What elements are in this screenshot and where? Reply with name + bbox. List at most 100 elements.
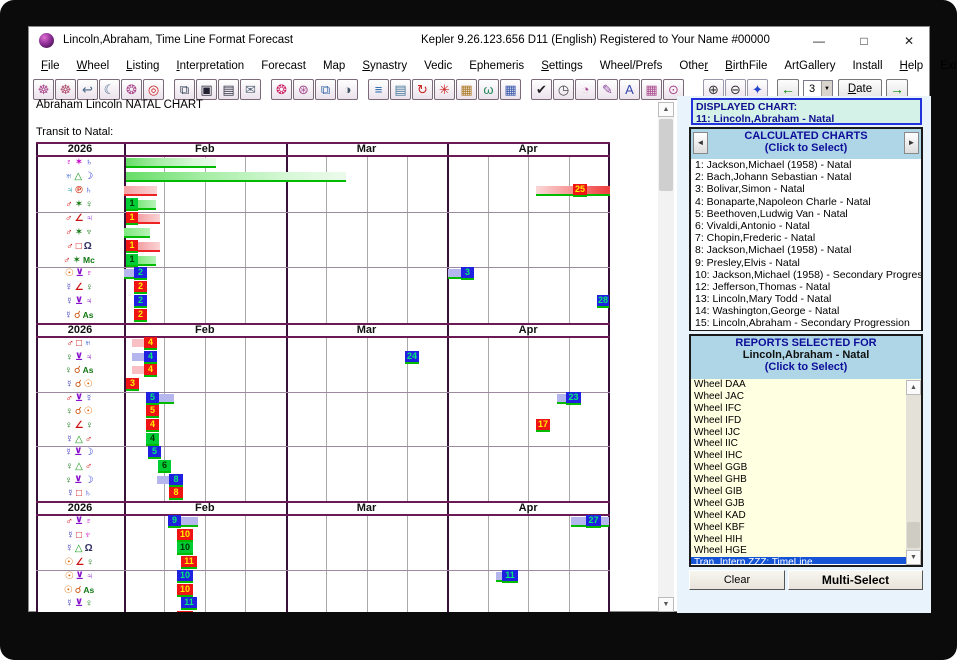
scroll-down-icon[interactable]: ▼ bbox=[906, 550, 921, 565]
menu-wheelprefs[interactable]: Wheel/Prefs bbox=[600, 60, 663, 72]
multi-select-button[interactable]: Multi-Select bbox=[788, 570, 923, 590]
report-list-item[interactable]: Wheel KAD bbox=[691, 510, 921, 522]
chart-list-item[interactable]: 4: Bonaparte,Napoleon Charle - Natal bbox=[691, 196, 921, 208]
calendar-icon[interactable]: ▦ bbox=[500, 79, 521, 100]
transit-bar[interactable] bbox=[132, 353, 144, 361]
scroll-up-icon[interactable]: ▲ bbox=[658, 102, 674, 117]
menu-vedic[interactable]: Vedic bbox=[424, 60, 452, 72]
transit-bar[interactable] bbox=[181, 517, 198, 527]
chart-list-item[interactable]: 15: Lincoln,Abraham - Secondary Progress… bbox=[691, 317, 921, 329]
transit-bar[interactable] bbox=[138, 242, 160, 252]
menu-ephemeris[interactable]: Ephemeris bbox=[469, 60, 524, 72]
menu-synastry[interactable]: Synastry bbox=[362, 60, 407, 72]
listing-icon[interactable]: ≡ bbox=[368, 79, 389, 100]
transit-date-box[interactable]: 10 bbox=[177, 570, 193, 583]
check-icon[interactable]: ✔ bbox=[531, 79, 552, 100]
maximize-button[interactable]: □ bbox=[851, 32, 877, 50]
report-list-item[interactable]: Wheel GJB bbox=[691, 498, 921, 510]
menu-other[interactable]: Other bbox=[679, 60, 708, 72]
chart-list-item[interactable]: 12: Jefferson,Thomas - Natal bbox=[691, 281, 921, 293]
transit-date-box[interactable]: 24 bbox=[405, 351, 419, 364]
clear-button[interactable]: Clear bbox=[689, 570, 785, 590]
chart-list-item[interactable]: 3: Bolivar,Simon - Natal bbox=[691, 183, 921, 195]
transit-bar[interactable] bbox=[132, 339, 144, 347]
report-list-item[interactable]: Wheel GHB bbox=[691, 474, 921, 486]
print-icon[interactable]: ▤ bbox=[218, 79, 239, 100]
menu-birthfile[interactable]: BirthFile bbox=[725, 60, 767, 72]
chart-list-item[interactable]: 6: Vivaldi,Antonio - Natal bbox=[691, 220, 921, 232]
transit-bar[interactable] bbox=[124, 186, 157, 196]
wheel-red-center-icon[interactable]: ❂ bbox=[271, 79, 292, 100]
wheel-new-icon[interactable]: ☸ bbox=[33, 79, 54, 100]
menu-listing[interactable]: Listing bbox=[126, 60, 159, 72]
wheel-contrast-icon[interactable]: ◑ bbox=[337, 79, 358, 100]
transit-bar[interactable] bbox=[138, 256, 156, 266]
transit-date-box[interactable]: 8 bbox=[169, 487, 183, 500]
scroll-down-icon[interactable]: ▼ bbox=[658, 597, 674, 612]
chart-list-item[interactable]: 8: Jackson,Michael (1958) - Natal bbox=[691, 244, 921, 256]
transit-bar[interactable] bbox=[157, 476, 169, 484]
asteroid-icon[interactable]: ✳ bbox=[434, 79, 455, 100]
transit-date-box[interactable]: 3 bbox=[461, 267, 474, 280]
om-icon[interactable]: ω bbox=[478, 79, 499, 100]
transit-bar[interactable] bbox=[132, 366, 144, 374]
report-list-item[interactable]: Wheel KBF bbox=[691, 522, 921, 534]
transit-bar[interactable] bbox=[557, 394, 566, 404]
refresh-icon[interactable]: ↻ bbox=[412, 79, 433, 100]
minimize-button[interactable]: — bbox=[806, 32, 832, 50]
chart-vertical-scrollbar[interactable]: ▲▼ bbox=[658, 102, 674, 612]
transit-date-box[interactable]: 25 bbox=[573, 184, 587, 197]
transit-date-box[interactable]: 1 bbox=[126, 254, 138, 267]
email-icon[interactable]: ✉ bbox=[240, 79, 261, 100]
transit-date-box[interactable]: 8 bbox=[169, 474, 183, 487]
transit-date-box[interactable]: 10 bbox=[177, 584, 193, 597]
chart-list-item[interactable]: 14: Washington,George - Natal bbox=[691, 305, 921, 317]
reports-scrollbar[interactable]: ▲▼ bbox=[906, 380, 921, 565]
notes-icon[interactable]: ✎ bbox=[597, 79, 618, 100]
transit-date-box[interactable]: 17 bbox=[536, 419, 550, 432]
transit-date-box[interactable]: 2 bbox=[134, 267, 147, 280]
menu-map[interactable]: Map bbox=[323, 60, 345, 72]
scroll-left-icon[interactable]: ◄ bbox=[693, 132, 708, 154]
scrollbar-thumb[interactable] bbox=[659, 119, 673, 191]
menu-file[interactable]: File bbox=[41, 60, 60, 72]
menu-install[interactable]: Install bbox=[852, 60, 882, 72]
transit-bar[interactable] bbox=[124, 228, 150, 238]
transit-date-box[interactable] bbox=[177, 611, 193, 612]
save-icon[interactable]: ▣ bbox=[196, 79, 217, 100]
report-list-item-selected[interactable]: Tran. Interp ZZZ: TimeLine bbox=[691, 557, 921, 564]
transit-date-box[interactable]: 1 bbox=[126, 240, 138, 253]
chart-list-item[interactable]: 2: Bach,Johann Sebastian - Natal bbox=[691, 171, 921, 183]
transit-date-box[interactable]: 2 bbox=[134, 295, 147, 308]
menu-help[interactable]: Help bbox=[900, 60, 924, 72]
transit-date-box[interactable]: 1 bbox=[126, 212, 138, 225]
wheel-dot-icon[interactable]: ⊛ bbox=[293, 79, 314, 100]
close-button[interactable]: ✕ bbox=[896, 32, 922, 50]
transit-date-box[interactable]: 5 bbox=[146, 405, 159, 418]
chart-copy-icon[interactable]: ⧉ bbox=[315, 79, 336, 100]
pages-icon[interactable]: ▤ bbox=[390, 79, 411, 100]
report-list-item[interactable]: Wheel IFD bbox=[691, 415, 921, 427]
transit-date-box[interactable]: 4 bbox=[144, 337, 157, 350]
new-window-icon[interactable]: ⧉ bbox=[174, 79, 195, 100]
transit-date-box[interactable]: 28 bbox=[597, 295, 609, 308]
transit-date-box[interactable]: 27 bbox=[586, 515, 601, 528]
transit-date-box[interactable]: 10 bbox=[177, 542, 193, 555]
report-list-item[interactable]: Wheel JAC bbox=[691, 391, 921, 403]
transit-date-box[interactable]: 5 bbox=[148, 446, 161, 459]
menu-artgallery[interactable]: ArtGallery bbox=[784, 60, 835, 72]
transit-date-box[interactable]: 23 bbox=[566, 392, 581, 405]
wheel-pair-icon[interactable]: ❂ bbox=[121, 79, 142, 100]
report-list-item[interactable]: Wheel HIH bbox=[691, 534, 921, 546]
report-list-item[interactable]: Wheel IJC bbox=[691, 427, 921, 439]
wheel-undo-icon[interactable]: ↩ bbox=[77, 79, 98, 100]
wheel-arrow-icon[interactable]: ☸ bbox=[55, 79, 76, 100]
transit-bar[interactable] bbox=[448, 269, 461, 279]
transit-bar[interactable] bbox=[126, 172, 346, 182]
menu-exit[interactable]: Exit bbox=[940, 60, 957, 72]
report-list-item[interactable]: Wheel HGE bbox=[691, 545, 921, 557]
transit-bar[interactable] bbox=[124, 269, 134, 279]
doc-text-icon[interactable]: A bbox=[619, 79, 640, 100]
menu-forecast[interactable]: Forecast bbox=[261, 60, 306, 72]
chart-list-item[interactable]: 10: Jackson,Michael (1958) - Secondary P… bbox=[691, 269, 921, 281]
